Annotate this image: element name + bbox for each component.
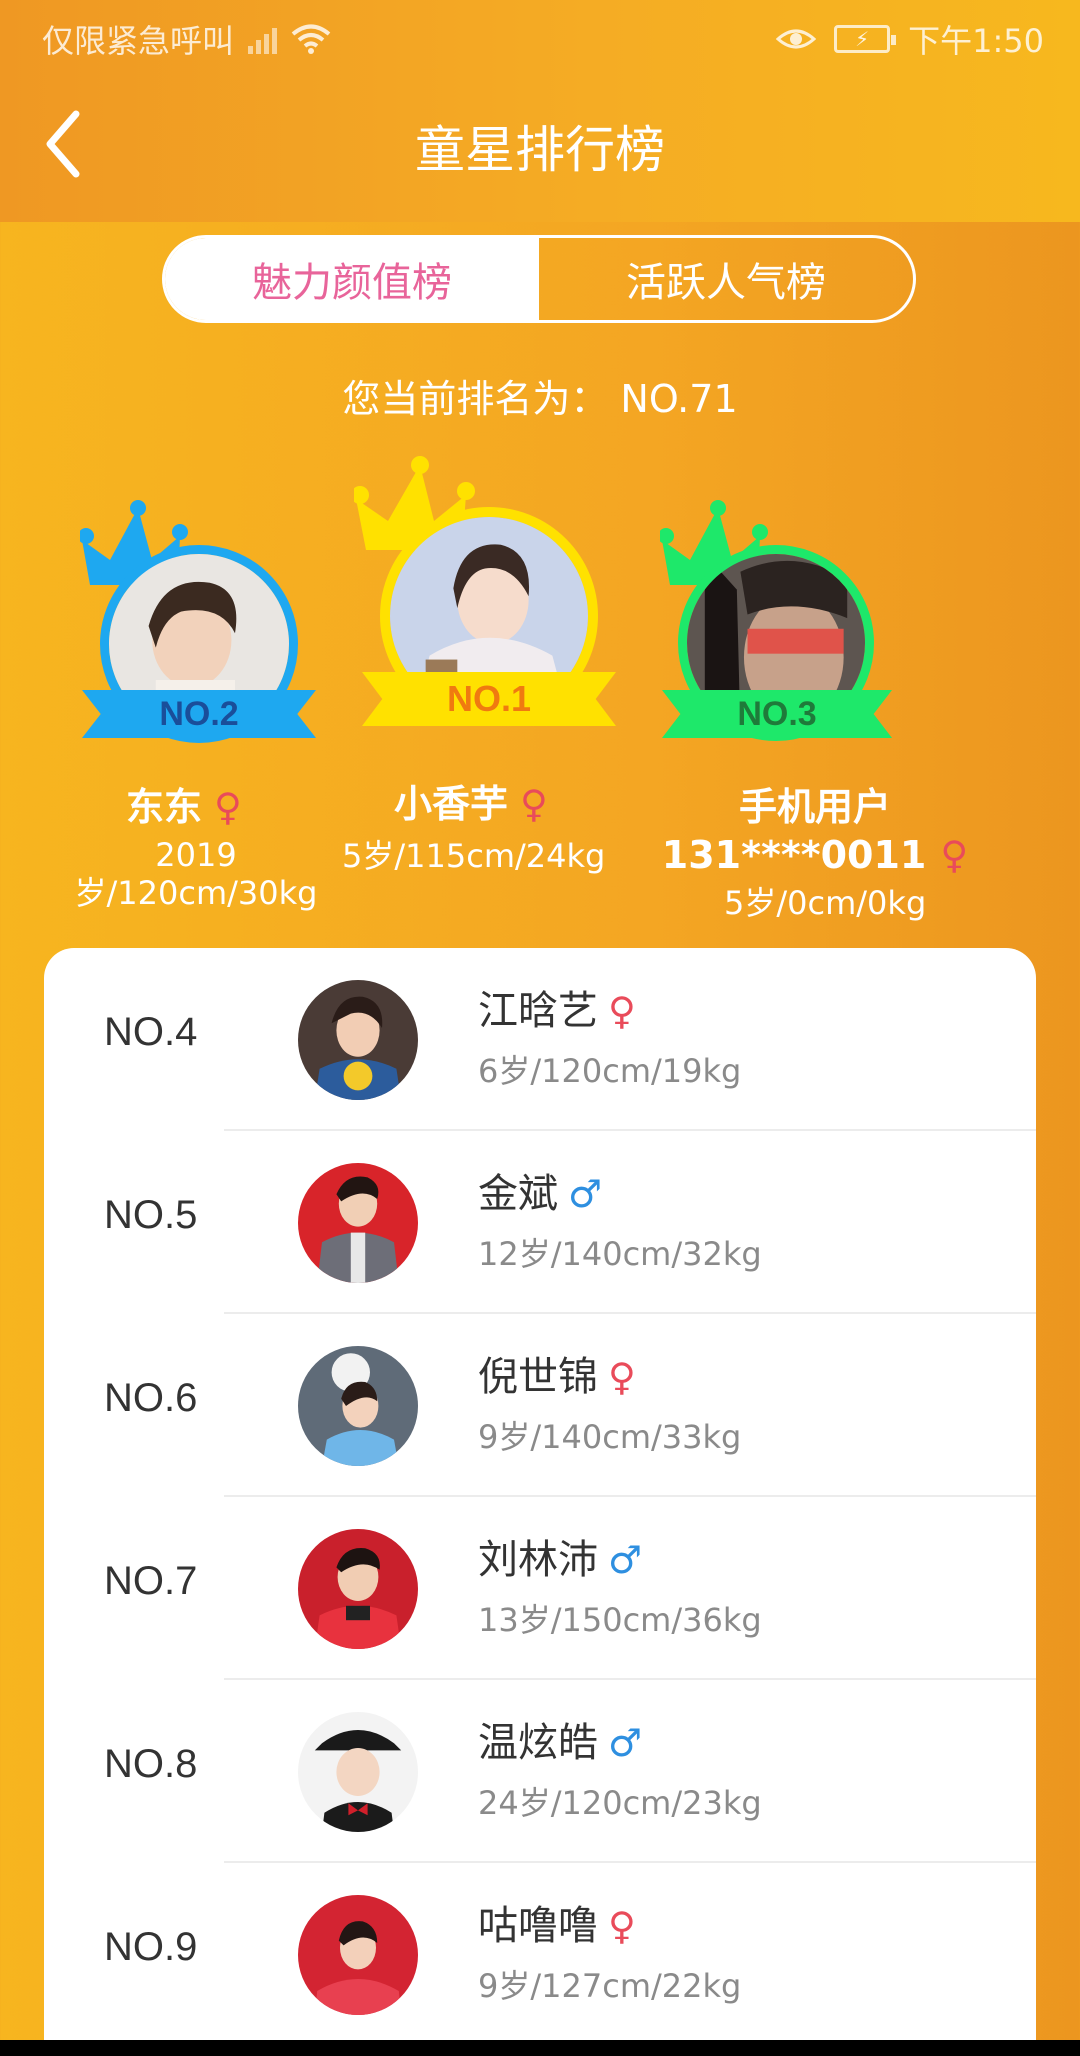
podium-first[interactable]: NO.1 小香芋 ♀ 5岁/115cm/24kg [342, 455, 626, 875]
female-icon: ♀ [608, 1904, 636, 1948]
female-icon: ♀ [940, 833, 969, 877]
rank-number: NO.7 [104, 1559, 198, 1603]
tab-popularity[interactable]: 活跃人气榜 [539, 238, 913, 320]
podium-second-name: 东东 ♀ [126, 785, 242, 829]
avatar [298, 1346, 418, 1466]
child-name: 江晗艺 ♀ [478, 988, 636, 1034]
wifi-icon [291, 24, 331, 54]
male-icon: ♂ [608, 1721, 643, 1765]
rank-number: NO.4 [104, 1010, 198, 1054]
child-info: 13岁/150cm/36kg [478, 1601, 762, 1639]
podium-second[interactable]: NO.2 东东 ♀ 2019 岁/120cm/30kg [70, 500, 330, 920]
podium-first-info: 5岁/115cm/24kg [342, 837, 606, 875]
eye-icon [776, 29, 817, 49]
avatar [298, 980, 418, 1100]
podium-third[interactable]: NO.3 手机用户 131****0011 ♀ 5岁/0cm/0kg [660, 500, 990, 922]
rank-ribbon-2: NO.2 [82, 690, 316, 738]
carrier-text: 仅限紧急呼叫 [42, 22, 235, 60]
avatar [298, 1712, 418, 1832]
child-info: 9岁/140cm/33kg [478, 1418, 742, 1456]
signal-icon [248, 24, 278, 54]
my-rank-label: 您当前排名为： [342, 377, 609, 421]
child-name: 咕噜噜 ♀ [478, 1903, 636, 1949]
male-icon: ♂ [608, 1538, 643, 1582]
rank-number: NO.8 [104, 1742, 198, 1786]
list-item[interactable]: NO.5 金斌 ♂ 12岁/140cm/32kg [44, 1131, 1036, 1314]
list-item[interactable]: NO.7 刘林沛 ♂ 13岁/150cm/36kg [44, 1497, 1036, 1680]
tab-charm[interactable]: 魅力颜值榜 [165, 238, 539, 320]
list-item[interactable]: NO.9 咕噜噜 ♀ 9岁/127cm/22kg [44, 1863, 1036, 2046]
ranking-list: NO.4 江晗艺 ♀ 6岁/120cm/19kg NO.5 金斌 ♂ 12岁/140… [44, 948, 1036, 2056]
podium-third-info: 5岁/0cm/0kg [724, 884, 927, 922]
rank-ribbon-3: NO.3 [662, 690, 892, 738]
battery-icon: ⚡ [834, 25, 897, 53]
child-info: 6岁/120cm/19kg [478, 1052, 742, 1090]
child-name: 倪世锦 ♀ [478, 1354, 636, 1400]
avatar [298, 1529, 418, 1649]
child-info: 9岁/127cm/22kg [478, 1967, 742, 2005]
ranking-tabs: 魅力颜值榜 活跃人气榜 [162, 235, 916, 323]
avatar [298, 1895, 418, 2015]
child-info: 24岁/120cm/23kg [478, 1784, 762, 1822]
female-icon: ♀ [214, 785, 242, 829]
rank-number: NO.6 [104, 1376, 198, 1420]
rank-ribbon-1: NO.1 [362, 672, 616, 726]
rank-number: NO.9 [104, 1925, 198, 1969]
clock-text: 下午1:50 [908, 22, 1044, 60]
avatar [298, 1163, 418, 1283]
podium-first-name: 小香芋 ♀ [394, 782, 548, 826]
podium-third-name: 手机用户 131****0011 ♀ [661, 785, 969, 877]
my-rank: 您当前排名为： NO.71 [0, 368, 1080, 423]
child-info: 12岁/140cm/32kg [478, 1235, 762, 1273]
child-name: 温炫皓 ♂ [478, 1720, 643, 1766]
status-bar: 仅限紧急呼叫 ⚡ 下午1:50 [0, 0, 1080, 72]
my-rank-value: NO.71 [620, 377, 738, 421]
list-item[interactable]: NO.4 江晗艺 ♀ 6岁/120cm/19kg [44, 948, 1036, 1131]
podium-second-info: 2019 岁/120cm/30kg [74, 836, 318, 912]
female-icon: ♀ [608, 1355, 636, 1399]
system-nav-bar [0, 2040, 1080, 2056]
child-name: 金斌 ♂ [478, 1171, 603, 1217]
list-item[interactable]: NO.8 温炫皓 ♂ 24岁/120cm/23kg [44, 1680, 1036, 1863]
male-icon: ♂ [568, 1172, 603, 1216]
header-bar: 仅限紧急呼叫 ⚡ 下午1:50 童星排行榜 [0, 0, 1080, 222]
rank-number: NO.5 [104, 1193, 198, 1237]
female-icon: ♀ [608, 989, 636, 1033]
page-title: 童星排行榜 [415, 121, 665, 179]
list-item[interactable]: NO.6 倪世锦 ♀ 9岁/140cm/33kg [44, 1314, 1036, 1497]
female-icon: ♀ [520, 782, 548, 826]
child-name: 刘林沛 ♂ [478, 1537, 643, 1583]
